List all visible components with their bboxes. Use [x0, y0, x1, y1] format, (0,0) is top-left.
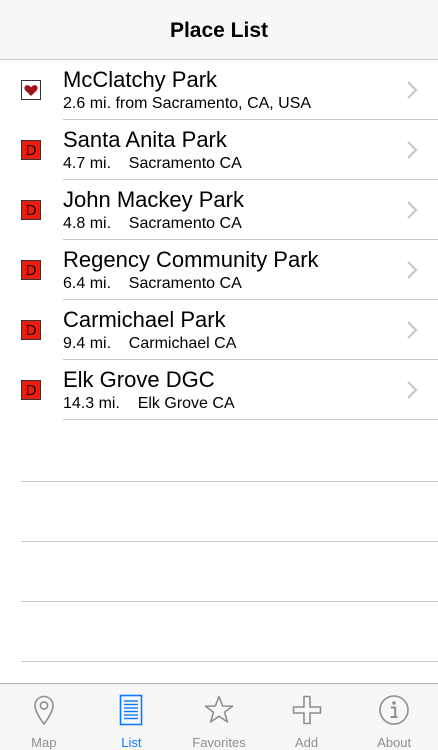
tab-label: List [121, 735, 142, 750]
plus-icon [292, 695, 321, 725]
place-row-mcclatchy-park[interactable]: McClatchy Park 2.6 mi. from Sacramento, … [0, 60, 438, 120]
empty-row-separator [21, 601, 438, 602]
chevron-right-icon [407, 261, 418, 279]
chevron-right-icon [407, 381, 418, 399]
place-name: Regency Community Park [63, 247, 319, 272]
place-list: McClatchy Park 2.6 mi. from Sacramento, … [0, 60, 438, 420]
row-separator [63, 419, 438, 420]
tab-label: Map [31, 735, 57, 750]
place-detail: 4.8 mi. Sacramento CA [63, 215, 242, 232]
tab-list[interactable]: List [88, 684, 176, 750]
info-icon [379, 695, 409, 725]
tab-label: Favorites [192, 735, 246, 750]
place-row-regency-community-park[interactable]: D Regency Community Park 6.4 mi. Sacrame… [0, 240, 438, 300]
place-detail: 4.7 mi. Sacramento CA [63, 155, 242, 172]
empty-row-separator [21, 541, 438, 542]
disc-golf-badge-icon: D [21, 320, 41, 340]
place-detail: 14.3 mi. Elk Grove CA [63, 395, 235, 412]
chevron-right-icon [407, 141, 418, 159]
disc-golf-badge-icon: D [21, 260, 41, 280]
chevron-right-icon [407, 321, 418, 339]
disc-golf-badge-icon: D [21, 140, 41, 160]
empty-row-separator [21, 661, 438, 662]
place-name: John Mackey Park [63, 187, 244, 212]
place-row-elk-grove-dgc[interactable]: D Elk Grove DGC 14.3 mi. Elk Grove CA [0, 360, 438, 420]
favorite-heart-icon [21, 80, 41, 100]
place-detail: 9.4 mi. Carmichael CA [63, 335, 237, 352]
chevron-right-icon [407, 201, 418, 219]
chevron-right-icon [407, 81, 418, 99]
map-pin-icon [33, 695, 54, 726]
tab-label: About [377, 735, 412, 750]
place-row-carmichael-park[interactable]: D Carmichael Park 9.4 mi. Carmichael CA [0, 300, 438, 360]
place-name: Carmichael Park [63, 307, 226, 332]
list-icon [120, 694, 143, 726]
tab-about[interactable]: About [350, 684, 438, 750]
tab-favorites[interactable]: Favorites [175, 684, 263, 750]
place-detail: 6.4 mi. Sacramento CA [63, 275, 242, 292]
place-row-john-mackey-park[interactable]: D John Mackey Park 4.8 mi. Sacramento CA [0, 180, 438, 240]
place-row-santa-anita-park[interactable]: D Santa Anita Park 4.7 mi. Sacramento CA [0, 120, 438, 180]
place-name: McClatchy Park [63, 67, 218, 92]
disc-golf-badge-icon: D [21, 200, 41, 220]
place-detail: 2.6 mi. from Sacramento, CA, USA [63, 95, 312, 112]
tab-bar: Map List Favorites Add About [0, 683, 438, 750]
tab-map[interactable]: Map [0, 684, 88, 750]
tab-add[interactable]: Add [263, 684, 351, 750]
place-name: Elk Grove DGC [63, 367, 215, 392]
place-name: Santa Anita Park [63, 127, 227, 152]
page-title: Place List [169, 18, 269, 42]
navigation-bar: Place List [0, 0, 438, 60]
empty-row-separator [21, 481, 438, 482]
star-icon [204, 695, 234, 723]
tab-label: Add [295, 735, 319, 750]
disc-golf-badge-icon: D [21, 380, 41, 400]
